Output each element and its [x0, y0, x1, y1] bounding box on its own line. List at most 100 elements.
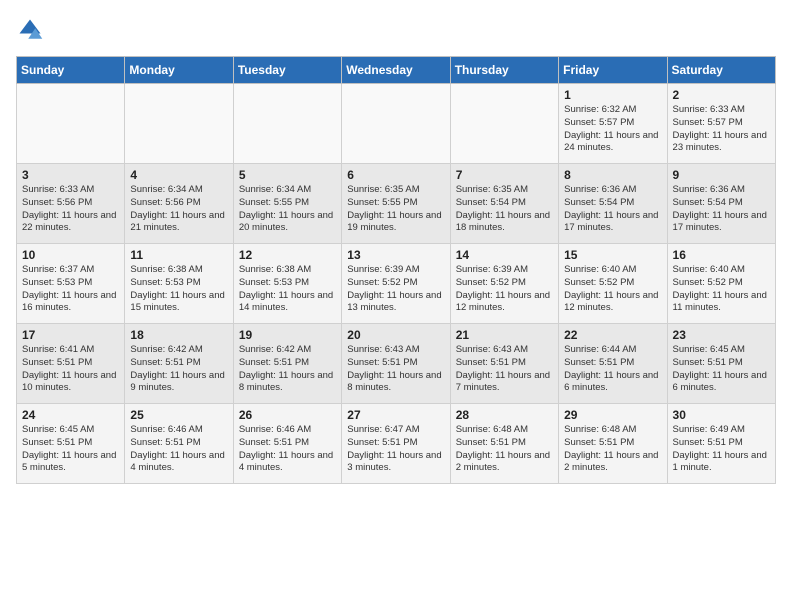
calendar-cell: 25Sunrise: 6:46 AMSunset: 5:51 PMDayligh…: [125, 404, 233, 484]
day-info: Sunrise: 6:38 AMSunset: 5:53 PMDaylight:…: [130, 264, 227, 315]
calendar-cell: 11Sunrise: 6:38 AMSunset: 5:53 PMDayligh…: [125, 244, 233, 324]
day-number: 16: [673, 248, 770, 262]
calendar-cell: 30 Sunrise: 6:49 AMSunset: 5:51 PMDayligh…: [667, 404, 775, 484]
day-info: Sunrise: 6:38 AMSunset: 5:53 PMDaylight:…: [239, 264, 336, 315]
calendar-cell: 2 Sunrise: 6:33 AMSunset: 5:57 PMDaylight…: [667, 84, 775, 164]
weekday-header-row: SundayMondayTuesdayWednesdayThursdayFrid…: [17, 57, 776, 84]
calendar-cell: 24 Sunrise: 6:45 AMSunset: 5:51 PMDayligh…: [17, 404, 125, 484]
day-info: Sunrise: 6:35 AMSunset: 5:54 PMDaylight:…: [456, 184, 553, 235]
week-row-3: 10 Sunrise: 6:37 AMSunset: 5:53 PMDayligh…: [17, 244, 776, 324]
day-info: Sunrise: 6:44 AMSunset: 5:51 PMDaylight:…: [564, 344, 661, 395]
day-number: 30: [673, 408, 770, 422]
page-header: [16, 16, 776, 44]
calendar-cell: 22 Sunrise: 6:44 AMSunset: 5:51 PMDayligh…: [559, 324, 667, 404]
day-info: Sunrise: 6:39 AMSunset: 5:52 PMDaylight:…: [347, 264, 444, 315]
week-row-2: 3 Sunrise: 6:33 AMSunset: 5:56 PMDaylight…: [17, 164, 776, 244]
calendar-cell: 10 Sunrise: 6:37 AMSunset: 5:53 PMDayligh…: [17, 244, 125, 324]
day-number: 24: [22, 408, 119, 422]
calendar-cell: [125, 84, 233, 164]
day-info: Sunrise: 6:35 AMSunset: 5:55 PMDaylight:…: [347, 184, 444, 235]
day-number: 27: [347, 408, 444, 422]
calendar-cell: 1Sunrise: 6:32 AMSunset: 5:57 PMDaylight…: [559, 84, 667, 164]
day-number: 8: [564, 168, 661, 182]
calendar-table: SundayMondayTuesdayWednesdayThursdayFrid…: [16, 56, 776, 484]
weekday-header-friday: Friday: [559, 57, 667, 84]
day-info: Sunrise: 6:34 AMSunset: 5:56 PMDaylight:…: [130, 184, 227, 235]
weekday-header-monday: Monday: [125, 57, 233, 84]
calendar-cell: 14 Sunrise: 6:39 AMSunset: 5:52 PMDayligh…: [450, 244, 558, 324]
day-info: Sunrise: 6:45 AMSunset: 5:51 PMDaylight:…: [673, 344, 770, 395]
logo: [16, 16, 48, 44]
calendar-cell: 18 Sunrise: 6:42 AMSunset: 5:51 PMDayligh…: [125, 324, 233, 404]
day-info: Sunrise: 6:37 AMSunset: 5:53 PMDaylight:…: [22, 264, 119, 315]
day-info: Sunrise: 6:43 AMSunset: 5:51 PMDaylight:…: [456, 344, 553, 395]
day-number: 10: [22, 248, 119, 262]
day-info: Sunrise: 6:32 AMSunset: 5:57 PMDaylight:…: [564, 104, 661, 155]
calendar-cell: 20Sunrise: 6:43 AMSunset: 5:51 PMDayligh…: [342, 324, 450, 404]
day-number: 5: [239, 168, 336, 182]
day-info: Sunrise: 6:33 AMSunset: 5:56 PMDaylight:…: [22, 184, 119, 235]
day-number: 23: [673, 328, 770, 342]
day-info: Sunrise: 6:42 AMSunset: 5:51 PMDaylight:…: [239, 344, 336, 395]
day-number: 18: [130, 328, 227, 342]
calendar-cell: 21Sunrise: 6:43 AMSunset: 5:51 PMDayligh…: [450, 324, 558, 404]
day-info: Sunrise: 6:39 AMSunset: 5:52 PMDaylight:…: [456, 264, 553, 315]
day-number: 26: [239, 408, 336, 422]
day-number: 9: [673, 168, 770, 182]
calendar-cell: [17, 84, 125, 164]
weekday-header-thursday: Thursday: [450, 57, 558, 84]
day-info: Sunrise: 6:34 AMSunset: 5:55 PMDaylight:…: [239, 184, 336, 235]
calendar-cell: 3 Sunrise: 6:33 AMSunset: 5:56 PMDaylight…: [17, 164, 125, 244]
day-number: 25: [130, 408, 227, 422]
calendar-cell: 26 Sunrise: 6:46 AMSunset: 5:51 PMDayligh…: [233, 404, 341, 484]
day-number: 17: [22, 328, 119, 342]
weekday-header-tuesday: Tuesday: [233, 57, 341, 84]
day-info: Sunrise: 6:46 AMSunset: 5:51 PMDaylight:…: [239, 424, 336, 475]
calendar-cell: 17 Sunrise: 6:41 AMSunset: 5:51 PMDayligh…: [17, 324, 125, 404]
calendar-cell: 23 Sunrise: 6:45 AMSunset: 5:51 PMDayligh…: [667, 324, 775, 404]
week-row-5: 24 Sunrise: 6:45 AMSunset: 5:51 PMDayligh…: [17, 404, 776, 484]
day-number: 15: [564, 248, 661, 262]
day-number: 3: [22, 168, 119, 182]
day-info: Sunrise: 6:42 AMSunset: 5:51 PMDaylight:…: [130, 344, 227, 395]
day-number: 6: [347, 168, 444, 182]
week-row-1: 1Sunrise: 6:32 AMSunset: 5:57 PMDaylight…: [17, 84, 776, 164]
calendar-cell: 19 Sunrise: 6:42 AMSunset: 5:51 PMDayligh…: [233, 324, 341, 404]
day-number: 28: [456, 408, 553, 422]
day-info: Sunrise: 6:36 AMSunset: 5:54 PMDaylight:…: [564, 184, 661, 235]
calendar-cell: 13 Sunrise: 6:39 AMSunset: 5:52 PMDayligh…: [342, 244, 450, 324]
weekday-header-saturday: Saturday: [667, 57, 775, 84]
day-info: Sunrise: 6:40 AMSunset: 5:52 PMDaylight:…: [564, 264, 661, 315]
calendar-body: 1Sunrise: 6:32 AMSunset: 5:57 PMDaylight…: [17, 84, 776, 484]
day-info: Sunrise: 6:41 AMSunset: 5:51 PMDaylight:…: [22, 344, 119, 395]
week-row-4: 17 Sunrise: 6:41 AMSunset: 5:51 PMDayligh…: [17, 324, 776, 404]
day-number: 13: [347, 248, 444, 262]
day-number: 19: [239, 328, 336, 342]
calendar-cell: 28 Sunrise: 6:48 AMSunset: 5:51 PMDayligh…: [450, 404, 558, 484]
day-info: Sunrise: 6:48 AMSunset: 5:51 PMDaylight:…: [564, 424, 661, 475]
day-info: Sunrise: 6:48 AMSunset: 5:51 PMDaylight:…: [456, 424, 553, 475]
calendar-header: SundayMondayTuesdayWednesdayThursdayFrid…: [17, 57, 776, 84]
day-number: 4: [130, 168, 227, 182]
calendar-cell: 6 Sunrise: 6:35 AMSunset: 5:55 PMDaylight…: [342, 164, 450, 244]
calendar-cell: 7 Sunrise: 6:35 AMSunset: 5:54 PMDaylight…: [450, 164, 558, 244]
calendar-cell: 4 Sunrise: 6:34 AMSunset: 5:56 PMDaylight…: [125, 164, 233, 244]
day-info: Sunrise: 6:45 AMSunset: 5:51 PMDaylight:…: [22, 424, 119, 475]
calendar-cell: 15 Sunrise: 6:40 AMSunset: 5:52 PMDayligh…: [559, 244, 667, 324]
day-info: Sunrise: 6:43 AMSunset: 5:51 PMDaylight:…: [347, 344, 444, 395]
day-info: Sunrise: 6:33 AMSunset: 5:57 PMDaylight:…: [673, 104, 770, 155]
calendar-cell: 12 Sunrise: 6:38 AMSunset: 5:53 PMDayligh…: [233, 244, 341, 324]
day-info: Sunrise: 6:47 AMSunset: 5:51 PMDaylight:…: [347, 424, 444, 475]
day-number: 7: [456, 168, 553, 182]
day-info: Sunrise: 6:49 AMSunset: 5:51 PMDaylight:…: [673, 424, 770, 475]
day-number: 2: [673, 88, 770, 102]
day-info: Sunrise: 6:40 AMSunset: 5:52 PMDaylight:…: [673, 264, 770, 315]
calendar-cell: 5 Sunrise: 6:34 AMSunset: 5:55 PMDaylight…: [233, 164, 341, 244]
day-number: 22: [564, 328, 661, 342]
calendar-cell: [450, 84, 558, 164]
calendar-cell: 16 Sunrise: 6:40 AMSunset: 5:52 PMDayligh…: [667, 244, 775, 324]
day-number: 14: [456, 248, 553, 262]
weekday-header-sunday: Sunday: [17, 57, 125, 84]
calendar-cell: [233, 84, 341, 164]
day-number: 12: [239, 248, 336, 262]
